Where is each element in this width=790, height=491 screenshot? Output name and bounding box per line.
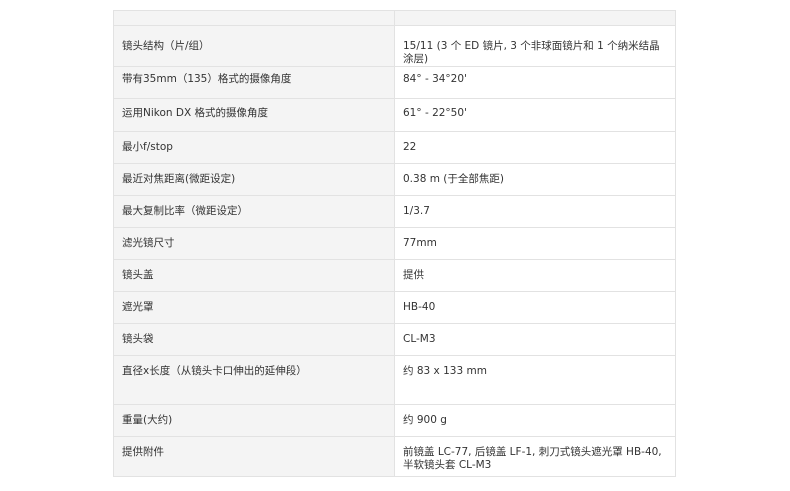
spec-value: 84° - 34°20' <box>394 66 676 99</box>
spec-label: 最近对焦距离(微距设定) <box>113 163 395 196</box>
header-cell-value <box>394 10 676 26</box>
lens-spec-table: 镜头结构（片/组） 15/11 (3 个 ED 镜片, 3 个非球面镜片和 1 … <box>113 10 676 477</box>
spec-value: 61° - 22°50' <box>394 98 676 132</box>
table-row: 最近对焦距离(微距设定) 0.38 m (于全部焦距) <box>113 163 676 196</box>
spec-label: 直径x长度（从镜头卡口伸出的延伸段） <box>113 355 395 405</box>
spec-label: 镜头袋 <box>113 323 395 356</box>
table-row: 遮光罩 HB-40 <box>113 291 676 324</box>
table-row: 滤光镜尺寸 77mm <box>113 227 676 260</box>
spec-value: 前镜盖 LC-77, 后镜盖 LF-1, 刺刀式镜头遮光罩 HB-40, 半软镜… <box>394 436 676 477</box>
table-row: 最小f/stop 22 <box>113 131 676 164</box>
spec-label: 最大复制比率（微距设定） <box>113 195 395 228</box>
spec-value: HB-40 <box>394 291 676 324</box>
table-row: 运用Nikon DX 格式的摄像角度 61° - 22°50' <box>113 98 676 132</box>
spec-value: 0.38 m (于全部焦距) <box>394 163 676 196</box>
spec-label: 遮光罩 <box>113 291 395 324</box>
spec-value: 15/11 (3 个 ED 镜片, 3 个非球面镜片和 1 个纳米结晶涂层) <box>394 25 676 67</box>
spec-label: 最小f/stop <box>113 131 395 164</box>
table-row: 镜头袋 CL-M3 <box>113 323 676 356</box>
spec-value: 提供 <box>394 259 676 292</box>
spec-label: 滤光镜尺寸 <box>113 227 395 260</box>
spec-label: 重量(大约) <box>113 404 395 437</box>
spec-label: 提供附件 <box>113 436 395 477</box>
table-row: 镜头盖 提供 <box>113 259 676 292</box>
spec-value: 22 <box>394 131 676 164</box>
spec-value: 约 900 g <box>394 404 676 437</box>
table-header-row <box>113 10 676 26</box>
spec-value: 1/3.7 <box>394 195 676 228</box>
spec-label: 带有35mm（135）格式的摄像角度 <box>113 66 395 99</box>
table-row: 最大复制比率（微距设定） 1/3.7 <box>113 195 676 228</box>
spec-label: 镜头盖 <box>113 259 395 292</box>
table-row: 提供附件 前镜盖 LC-77, 后镜盖 LF-1, 刺刀式镜头遮光罩 HB-40… <box>113 436 676 477</box>
table-row: 重量(大约) 约 900 g <box>113 404 676 437</box>
spec-label: 运用Nikon DX 格式的摄像角度 <box>113 98 395 132</box>
table-row: 镜头结构（片/组） 15/11 (3 个 ED 镜片, 3 个非球面镜片和 1 … <box>113 25 676 67</box>
table-row: 带有35mm（135）格式的摄像角度 84° - 34°20' <box>113 66 676 99</box>
spec-value: 77mm <box>394 227 676 260</box>
spec-label: 镜头结构（片/组） <box>113 25 395 67</box>
table-row: 直径x长度（从镜头卡口伸出的延伸段） 约 83 x 133 mm <box>113 355 676 405</box>
spec-value: 约 83 x 133 mm <box>394 355 676 405</box>
spec-value: CL-M3 <box>394 323 676 356</box>
header-cell-label <box>113 10 395 26</box>
